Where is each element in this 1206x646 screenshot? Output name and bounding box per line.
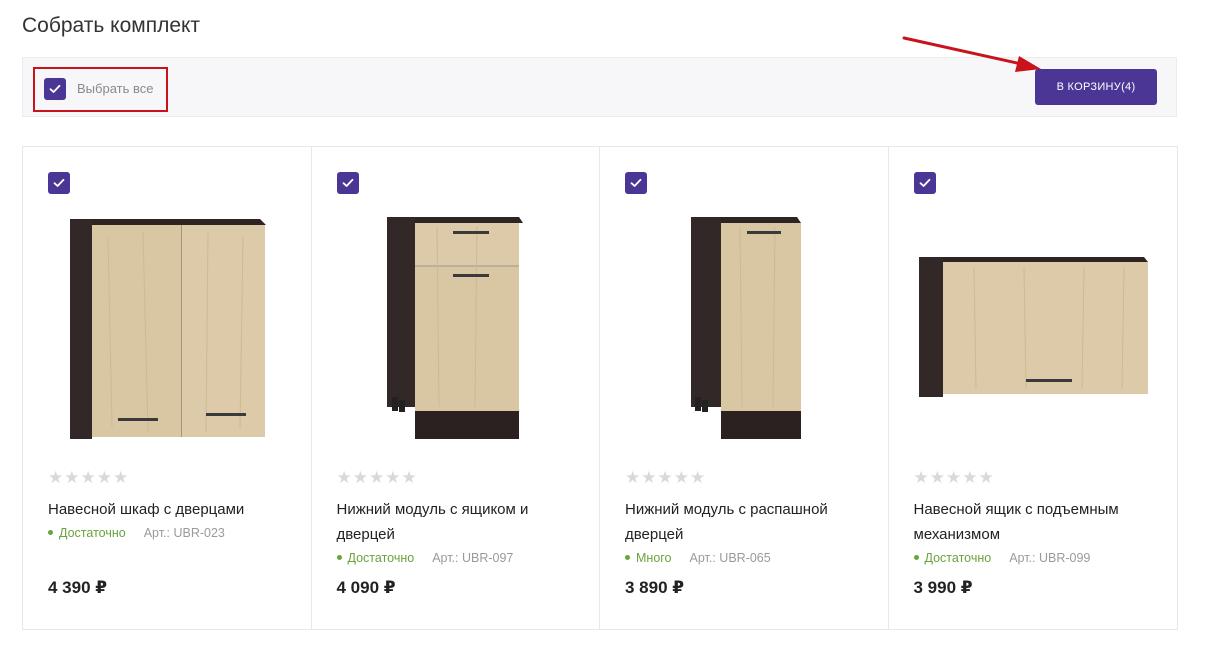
product-image[interactable] xyxy=(337,207,577,452)
check-icon xyxy=(342,178,353,187)
product-price: 4 390 ₽ xyxy=(48,578,108,597)
product-image[interactable] xyxy=(914,207,1154,452)
stock-status: Достаточно xyxy=(913,551,991,565)
product-price: 3 890 ₽ xyxy=(625,578,685,597)
product-card[interactable]: ★★★★★ Нижний модуль с ящиком и дверцей Д… xyxy=(312,147,600,629)
product-name[interactable]: Нижний модуль с распашной дверцей xyxy=(625,497,870,547)
stock-status: Достаточно xyxy=(48,526,126,540)
product-image[interactable] xyxy=(48,207,288,452)
rating-stars[interactable]: ★★★★★ xyxy=(914,468,995,488)
product-checkbox[interactable] xyxy=(48,172,70,194)
product-card[interactable]: ★★★★★ Нижний модуль с распашной дверцей … xyxy=(600,147,889,629)
stock-dot-icon xyxy=(913,555,919,561)
product-meta: Достаточно Арт.: UBR-097 xyxy=(336,551,514,565)
stock-dot-icon xyxy=(48,530,53,536)
product-image[interactable] xyxy=(625,207,865,452)
stock-dot-icon xyxy=(336,555,342,561)
product-card[interactable]: ★★★★★ Навесной шкаф с дверцами Достаточн… xyxy=(23,147,312,629)
product-checkbox[interactable] xyxy=(913,172,936,194)
product-name[interactable]: Нижний модуль с ящиком и дверцей xyxy=(337,497,582,547)
product-sku: Арт.: UBR-097 xyxy=(432,551,514,565)
stock-dot-icon xyxy=(625,555,630,561)
product-price: 4 090 ₽ xyxy=(336,578,396,597)
page-title: Собрать комплект xyxy=(22,14,201,37)
check-icon xyxy=(630,178,642,187)
product-name[interactable]: Навесной шкаф с дверцами xyxy=(48,497,293,522)
select-all-label[interactable]: Выбрать все xyxy=(77,81,153,96)
product-checkbox[interactable] xyxy=(336,172,359,194)
rating-stars[interactable]: ★★★★★ xyxy=(48,468,129,488)
product-grid: ★★★★★ Навесной шкаф с дверцами Достаточн… xyxy=(22,146,1178,630)
stock-status: Много xyxy=(625,551,672,565)
check-icon xyxy=(919,178,930,187)
product-name[interactable]: Навесной ящик с подъемным механизмом xyxy=(914,497,1159,547)
product-meta: Достаточно Арт.: UBR-023 xyxy=(48,526,225,540)
product-checkbox[interactable] xyxy=(625,172,647,194)
product-meta: Достаточно Арт.: UBR-099 xyxy=(913,551,1091,565)
add-to-cart-button[interactable]: В КОРЗИНУ(4) xyxy=(1035,69,1157,105)
product-card[interactable]: ★★★★★ Навесной ящик с подъемным механизм… xyxy=(889,147,1178,629)
product-price: 3 990 ₽ xyxy=(913,578,973,597)
stock-status: Достаточно xyxy=(336,551,414,565)
product-meta: Много Арт.: UBR-065 xyxy=(625,551,771,565)
check-icon xyxy=(49,84,61,93)
annotation-arrow-icon xyxy=(902,36,1041,72)
rating-stars[interactable]: ★★★★★ xyxy=(625,468,706,488)
select-all-highlight: Выбрать все xyxy=(33,67,168,112)
product-sku: Арт.: UBR-099 xyxy=(1009,551,1091,565)
product-sku: Арт.: UBR-065 xyxy=(689,551,771,565)
rating-stars[interactable]: ★★★★★ xyxy=(337,468,418,488)
select-all-checkbox[interactable] xyxy=(44,78,66,100)
product-sku: Арт.: UBR-023 xyxy=(143,526,225,540)
check-icon xyxy=(53,178,65,187)
